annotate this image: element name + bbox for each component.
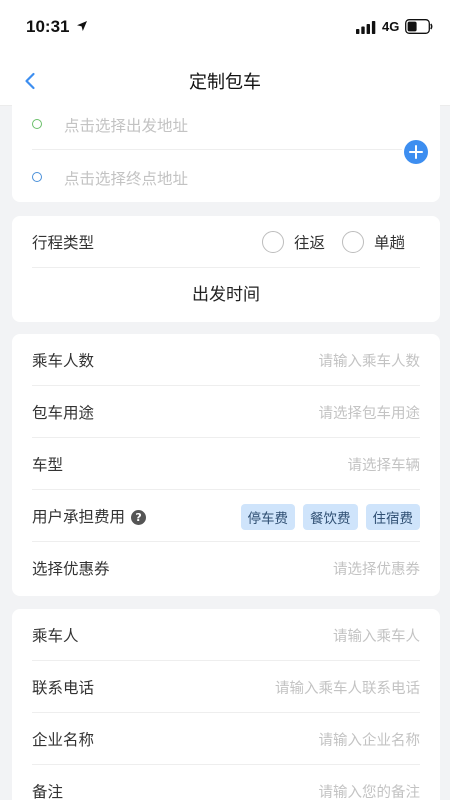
details-card: 乘车人数 请输入乘车人数 包车用途 请选择包车用途 车型 请选择车辆 用户承担费… xyxy=(12,334,440,596)
radio-one-way[interactable]: 单趟 xyxy=(342,228,405,256)
trip-card: 行程类型 往返 单趟 出发时间 xyxy=(12,216,440,322)
row-label: 乘车人 xyxy=(32,627,79,645)
radio-circle-icon xyxy=(342,231,364,253)
company-name-input[interactable]: 请输入企业名称 xyxy=(319,729,421,750)
end-address-field[interactable]: 点击选择终点地址 xyxy=(32,151,402,203)
row-label: 车型 xyxy=(32,456,64,474)
contact-phone-input[interactable]: 请输入乘车人联系电话 xyxy=(275,677,420,698)
page-title: 定制包车 xyxy=(189,72,261,93)
fee-tag-parking[interactable]: 停车费 xyxy=(240,504,295,530)
user-fees-label: 用户承担费用 xyxy=(32,508,126,526)
fee-tag-lodging[interactable]: 住宿费 xyxy=(365,504,420,530)
row-label: 联系电话 xyxy=(32,679,95,697)
radio-label: 往返 xyxy=(294,234,326,252)
radio-label: 单趟 xyxy=(374,234,406,252)
passenger-card: 乘车人 请输入乘车人 联系电话 请输入乘车人联系电话 企业名称 请输入企业名称 … xyxy=(12,609,440,800)
help-icon[interactable]: ? xyxy=(131,510,147,525)
charter-purpose-select[interactable]: 请选择包车用途 xyxy=(319,402,421,423)
contact-phone-row[interactable]: 联系电话 请输入乘车人联系电话 xyxy=(32,661,420,713)
coupon-select[interactable]: 请选择优惠券 xyxy=(333,558,420,579)
end-dot-icon xyxy=(32,172,42,182)
charter-purpose-row[interactable]: 包车用途 请选择包车用途 xyxy=(32,386,420,438)
start-address-field[interactable]: 点击选择出发地址 xyxy=(32,98,402,150)
signal-bars-icon xyxy=(356,21,376,34)
row-label: 企业名称 xyxy=(32,731,95,749)
user-fees-row: 用户承担费用? 停车费 餐饮费 住宿费 xyxy=(32,490,420,542)
battery-icon xyxy=(405,19,433,34)
status-time: 10:31 xyxy=(26,17,70,36)
coupon-row[interactable]: 选择优惠券 请选择优惠券 xyxy=(32,542,420,594)
start-address-placeholder: 点击选择出发地址 xyxy=(64,117,189,135)
radio-circle-icon xyxy=(262,231,284,253)
vehicle-type-row[interactable]: 车型 请选择车辆 xyxy=(32,438,420,490)
trip-type-row: 行程类型 往返 单趟 xyxy=(32,216,420,268)
passenger-count-input[interactable]: 请输入乘车人数 xyxy=(319,350,421,371)
passenger-name-row[interactable]: 乘车人 请输入乘车人 xyxy=(32,609,420,661)
address-card: 点击选择出发地址 点击选择终点地址 xyxy=(12,98,440,202)
trip-type-label: 行程类型 xyxy=(32,234,95,252)
remarks-input[interactable]: 请输入您的备注 xyxy=(319,781,421,800)
start-dot-icon xyxy=(32,119,42,129)
row-label: 选择优惠券 xyxy=(32,560,110,578)
passenger-count-row[interactable]: 乘车人数 请输入乘车人数 xyxy=(32,334,420,386)
radio-round-trip[interactable]: 往返 xyxy=(262,228,325,256)
plus-circle-icon[interactable] xyxy=(404,140,428,164)
status-bar: 10:31 4G xyxy=(0,0,450,56)
vehicle-type-select[interactable]: 请选择车辆 xyxy=(348,454,421,475)
network-type: 4G xyxy=(382,19,400,34)
company-name-row[interactable]: 企业名称 请输入企业名称 xyxy=(32,713,420,765)
depart-time-selector[interactable]: 出发时间 xyxy=(12,269,440,322)
end-address-placeholder: 点击选择终点地址 xyxy=(64,170,189,188)
row-label: 包车用途 xyxy=(32,404,95,422)
passenger-name-input[interactable]: 请输入乘车人 xyxy=(333,625,420,646)
remarks-row[interactable]: 备注 请输入您的备注 xyxy=(32,765,420,800)
location-arrow-icon xyxy=(77,21,87,31)
row-label: 备注 xyxy=(32,783,64,800)
row-label: 乘车人数 xyxy=(32,352,95,370)
fee-tags: 停车费 餐饮费 住宿费 xyxy=(240,504,420,530)
row-label: 用户承担费用? xyxy=(32,505,147,527)
fee-tag-meals[interactable]: 餐饮费 xyxy=(303,504,358,530)
